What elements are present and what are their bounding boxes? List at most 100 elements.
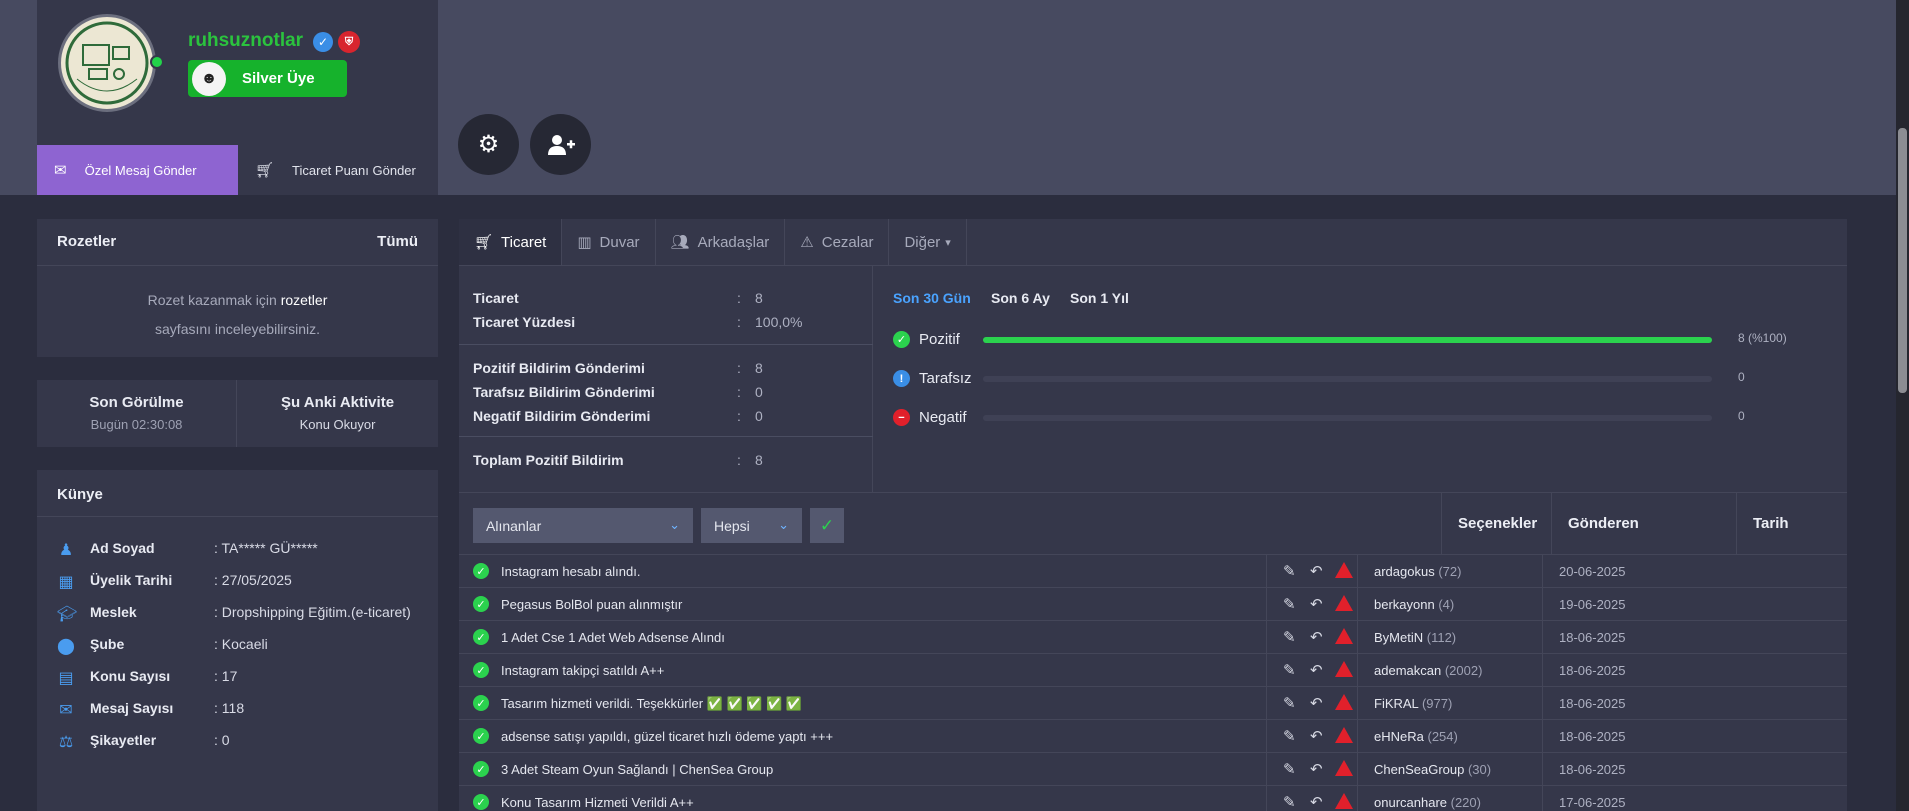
- send-trade-score-button[interactable]: 🛒︎ Ticaret Puanı Gönder: [238, 145, 438, 195]
- reply-icon[interactable]: ↶: [1310, 562, 1323, 580]
- feedback-entry-row: ✓ Instagram hesabı alındı. ✎ ↶ ardagokus…: [459, 554, 1847, 588]
- report-warning-icon[interactable]: [1335, 628, 1353, 644]
- send-private-message-button[interactable]: ✉ Özel Mesaj Gönder: [37, 145, 238, 195]
- reply-icon[interactable]: ↶: [1310, 760, 1323, 778]
- report-warning-icon[interactable]: [1335, 793, 1353, 809]
- reply-icon[interactable]: ↶: [1310, 727, 1323, 745]
- reply-icon[interactable]: ↶: [1310, 628, 1323, 646]
- add-friend-button[interactable]: [530, 114, 591, 175]
- kunye-panel: Künye ♟ Ad Soyad : TA***** GÜ***** ▦ Üyel…: [37, 470, 438, 811]
- rank-mascot-icon: ☻: [192, 61, 226, 96]
- send-pm-label: Özel Mesaj Gönder: [84, 162, 197, 178]
- entry-message[interactable]: Instagram hesabı alındı.: [501, 564, 640, 579]
- report-warning-icon[interactable]: [1335, 694, 1353, 710]
- entry-sender[interactable]: ardagokus (72): [1357, 555, 1542, 588]
- entry-options: ✎ ↶: [1266, 786, 1357, 811]
- minus-circle-icon: −: [893, 409, 910, 426]
- entry-sender[interactable]: ademakcan (2002): [1357, 654, 1542, 687]
- edit-pencil-icon[interactable]: ✎: [1283, 628, 1296, 646]
- edit-pencil-icon[interactable]: ✎: [1283, 595, 1296, 613]
- feedback-row-negatif: − Negatif 0: [893, 408, 1833, 428]
- sender-count: (2002): [1444, 663, 1483, 678]
- edit-pencil-icon[interactable]: ✎: [1283, 562, 1296, 580]
- entry-message[interactable]: Tasarım hizmeti verildi. Teşekkürler ✅ ✅…: [501, 696, 802, 712]
- check-icon: ✓: [819, 515, 835, 535]
- reply-icon[interactable]: ↶: [1310, 595, 1323, 613]
- positive-check-icon: ✓: [473, 695, 489, 711]
- badges-title: Rozetler: [57, 233, 117, 250]
- positive-check-icon: ✓: [473, 629, 489, 645]
- edit-pencil-icon[interactable]: ✎: [1283, 727, 1296, 745]
- sender-count: (72): [1438, 564, 1462, 579]
- apply-filter-button[interactable]: ✓: [810, 508, 844, 543]
- scope-select[interactable]: Hepsi ⌄: [701, 508, 802, 543]
- entry-message[interactable]: Instagram takipçi satıldı A++: [501, 663, 664, 678]
- entry-sender[interactable]: FiKRAL (977): [1357, 687, 1542, 720]
- avatar[interactable]: [58, 14, 156, 112]
- tab-label: Arkadaşlar: [697, 233, 770, 251]
- stat-colon: :: [737, 384, 741, 400]
- kunye-label: Üyelik Tarihi: [90, 572, 173, 588]
- username[interactable]: ruhsuznotlar: [188, 30, 303, 52]
- reply-icon[interactable]: ↶: [1310, 661, 1323, 679]
- period-1-year[interactable]: Son 1 Yıl: [1070, 290, 1129, 306]
- report-warning-icon[interactable]: [1335, 595, 1353, 611]
- stat-row: Toplam Pozitif Bildirim : 8: [473, 452, 863, 468]
- reply-icon[interactable]: ↶: [1310, 694, 1323, 712]
- current-activity-label: Şu Anki Aktivite: [280, 394, 395, 411]
- settings-button[interactable]: ⚙: [458, 114, 519, 175]
- entry-sender[interactable]: berkayonn (4): [1357, 588, 1542, 621]
- entry-message[interactable]: 1 Adet Cse 1 Adet Web Adsense Alındı: [501, 630, 725, 645]
- tab-arkadaşlar[interactable]: 👥︎ Arkadaşlar: [656, 219, 786, 265]
- period-30-days[interactable]: Son 30 Gün: [893, 290, 971, 306]
- column-sender: Gönderen: [1551, 493, 1736, 554]
- tab-label: Cezalar: [821, 233, 874, 251]
- entry-sender[interactable]: eHNeRa (254): [1357, 720, 1542, 753]
- sender-name: ByMetiN: [1374, 630, 1424, 645]
- reply-icon[interactable]: ↶: [1310, 793, 1323, 811]
- edit-pencil-icon[interactable]: ✎: [1283, 661, 1296, 679]
- tab-cezalar[interactable]: ⚠ Cezalar: [785, 219, 890, 265]
- entry-message[interactable]: adsense satışı yapıldı, güzel ticaret hı…: [501, 729, 833, 744]
- sender-name: berkayonn: [1374, 597, 1435, 612]
- page-scrollbar[interactable]: [1896, 0, 1909, 811]
- report-warning-icon[interactable]: [1335, 562, 1353, 578]
- activity-panel: Son Görülme Bugün 02:30:08 Şu Anki Aktiv…: [37, 380, 438, 447]
- stat-colon: :: [737, 452, 741, 468]
- entry-sender[interactable]: ByMetiN (112): [1357, 621, 1542, 654]
- report-warning-icon[interactable]: [1335, 760, 1353, 776]
- tab-ticaret[interactable]: 🛒︎ Ticaret: [459, 219, 563, 265]
- edit-pencil-icon[interactable]: ✎: [1283, 760, 1296, 778]
- stat-row: Tarafsız Bildirim Gönderimi : 0: [473, 384, 863, 400]
- kunye-label: Ad Soyad: [90, 540, 155, 556]
- divider: [37, 516, 438, 517]
- badges-panel: Rozetler Tümü Rozet kazanmak için rozetl…: [37, 219, 438, 357]
- entry-date: 17-06-2025: [1542, 786, 1652, 811]
- entry-message[interactable]: Pegasus BolBol puan alınmıştır: [501, 597, 682, 612]
- send-trade-label: Ticaret Puanı Gönder: [292, 162, 416, 178]
- report-warning-icon[interactable]: [1335, 661, 1353, 677]
- edit-pencil-icon[interactable]: ✎: [1283, 793, 1296, 811]
- book-icon: ▥: [577, 234, 592, 251]
- tab-diğer[interactable]: Diğer ▾: [889, 219, 967, 265]
- badges-all-link[interactable]: Tümü: [377, 233, 418, 250]
- edit-pencil-icon[interactable]: ✎: [1283, 694, 1296, 712]
- period-6-months[interactable]: Son 6 Ay: [991, 290, 1050, 306]
- tab-duvar[interactable]: ▥ Duvar: [562, 219, 656, 265]
- entry-sender[interactable]: ChenSeaGroup (30): [1357, 753, 1542, 786]
- column-options: Seçenekler: [1441, 493, 1551, 554]
- divider: [459, 344, 873, 345]
- feedback-value: 0: [1738, 409, 1745, 423]
- stat-label: Pozitif Bildirim Gönderimi: [473, 360, 645, 376]
- feedback-entry-row: ✓ 3 Adet Steam Oyun Sağlandı | ChenSea G…: [459, 752, 1847, 786]
- report-warning-icon[interactable]: [1335, 727, 1353, 743]
- type-select[interactable]: Alınanlar ⌄: [473, 508, 693, 543]
- entry-message[interactable]: Konu Tasarım Hizmeti Verildi A++: [501, 795, 694, 810]
- badges-page-link[interactable]: rozetler: [281, 292, 328, 308]
- entry-message[interactable]: 3 Adet Steam Oyun Sağlandı | ChenSea Gro…: [501, 762, 773, 777]
- entry-date: 18-06-2025: [1542, 753, 1652, 786]
- entry-sender[interactable]: onurcanhare (220): [1357, 786, 1542, 811]
- cart-icon: 🛒︎: [255, 162, 275, 179]
- badges-info-text-2: sayfasını inceleyebilirsiniz.: [155, 321, 320, 337]
- scrollbar-thumb[interactable]: [1898, 128, 1907, 393]
